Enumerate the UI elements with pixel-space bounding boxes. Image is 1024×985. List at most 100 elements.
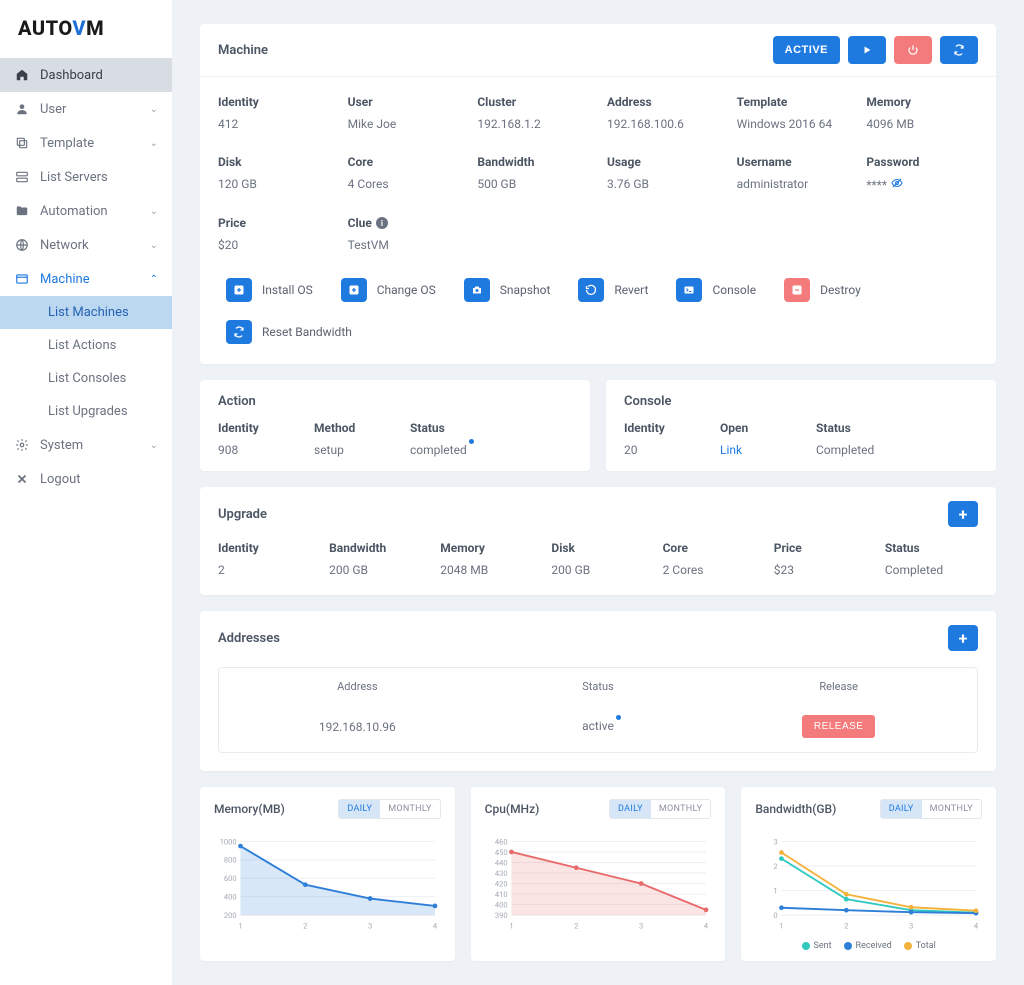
chart-range-toggle[interactable]: DAILYMONTHLY <box>338 799 440 819</box>
power-button[interactable] <box>894 36 932 64</box>
nav-label: Automation <box>40 204 108 219</box>
prop-bandwidth-value: 500 GB <box>477 177 589 191</box>
chevron-down-icon: ⌄ <box>150 240 158 251</box>
home-icon <box>14 67 30 83</box>
status-active-button[interactable]: ACTIVE <box>773 36 840 64</box>
nav-list-servers[interactable]: List Servers <box>0 160 172 194</box>
svg-text:440: 440 <box>495 858 508 867</box>
col-status: Status <box>478 680 719 693</box>
upgrade-panel: Upgrade + Identity2 Bandwidth200 GB Memo… <box>200 487 996 595</box>
cpu-chart-svg: 3904004104204304404504601234 <box>485 833 712 933</box>
svg-text:450: 450 <box>495 848 508 857</box>
col-address: Address <box>237 680 478 693</box>
window-icon <box>14 271 30 287</box>
close-icon <box>14 471 30 487</box>
sidebar: AUTOVM Dashboard User ⌄ Template ⌄ List … <box>0 0 172 985</box>
prop-user-label: User <box>348 95 460 109</box>
svg-text:600: 600 <box>224 874 237 883</box>
prop-usage-value: 3.76 GB <box>607 177 719 191</box>
subnav-list-consoles[interactable]: List Consoles <box>0 362 172 395</box>
nav-label: List Servers <box>40 170 108 185</box>
svg-text:1: 1 <box>780 921 784 930</box>
copy-icon <box>14 135 30 151</box>
svg-text:4: 4 <box>974 921 979 930</box>
revert-icon <box>578 278 604 302</box>
camera-icon <box>464 278 490 302</box>
svg-text:460: 460 <box>495 837 508 846</box>
logo-text-3: M <box>86 16 104 40</box>
refresh-button[interactable] <box>940 36 978 64</box>
nav-logout[interactable]: Logout <box>0 462 172 496</box>
action-change-os[interactable]: Change OS <box>341 278 436 302</box>
nav-label: Network <box>40 238 89 253</box>
svg-text:0: 0 <box>774 911 778 920</box>
subnav-list-machines[interactable]: List Machines <box>0 296 172 329</box>
nav-system[interactable]: System ⌄ <box>0 428 172 462</box>
refresh-icon <box>226 320 252 344</box>
action-panel: Action Identity908 Methodsetup Statuscom… <box>200 380 590 471</box>
chart-memory-title: Memory(MB) <box>214 802 285 816</box>
prop-price-label: Price <box>218 216 330 230</box>
play-button[interactable] <box>848 36 886 64</box>
svg-text:430: 430 <box>495 869 508 878</box>
nav-label: Dashboard <box>40 68 103 83</box>
nav-template[interactable]: Template ⌄ <box>0 126 172 160</box>
prop-username-value: administrator <box>737 177 849 191</box>
chart-range-toggle[interactable]: DAILYMONTHLY <box>880 799 982 819</box>
svg-text:3: 3 <box>368 921 372 930</box>
nav-dashboard[interactable]: Dashboard <box>0 58 172 92</box>
console-link[interactable]: Link <box>720 443 742 457</box>
action-console[interactable]: Console <box>676 278 756 302</box>
prop-disk-value: 120 GB <box>218 177 330 191</box>
release-button[interactable]: RELEASE <box>802 715 876 738</box>
prop-address-label: Address <box>607 95 719 109</box>
add-address-button[interactable]: + <box>948 625 978 651</box>
svg-text:410: 410 <box>495 890 508 899</box>
svg-text:1: 1 <box>774 886 778 895</box>
prop-template-label: Template <box>737 95 849 109</box>
nav-label: User <box>40 102 66 117</box>
nav-machine[interactable]: Machine ⌃ <box>0 262 172 296</box>
prop-memory-label: Memory <box>866 95 978 109</box>
prop-memory-value: 4096 MB <box>866 117 978 131</box>
subnav-list-actions[interactable]: List Actions <box>0 329 172 362</box>
eye-icon[interactable] <box>890 178 904 192</box>
action-reset-bandwidth[interactable]: Reset Bandwidth <box>226 320 352 344</box>
bandwidth-chart-svg: 01231234 <box>755 833 982 933</box>
address-value: 192.168.10.96 <box>237 720 478 734</box>
add-upgrade-button[interactable]: + <box>948 501 978 527</box>
info-icon[interactable]: i <box>376 217 388 229</box>
svg-text:3: 3 <box>639 921 643 930</box>
svg-text:4: 4 <box>433 921 438 930</box>
action-snapshot[interactable]: Snapshot <box>464 278 551 302</box>
prop-disk-label: Disk <box>218 155 330 169</box>
logo-text-2: V <box>72 16 86 40</box>
subnav-list-upgrades[interactable]: List Upgrades <box>0 395 172 428</box>
svg-text:1: 1 <box>238 921 242 930</box>
prop-password-label: Password <box>866 155 978 169</box>
action-install-os[interactable]: Install OS <box>226 278 313 302</box>
action-destroy[interactable]: Destroy <box>784 278 861 302</box>
main-content: Machine ACTIVE Identity412 UserMike Joe … <box>172 0 1024 985</box>
prop-cluster-value: 192.168.1.2 <box>477 117 589 131</box>
action-revert[interactable]: Revert <box>578 278 648 302</box>
console-panel-title: Console <box>624 394 978 409</box>
nav-label: Template <box>40 136 94 151</box>
chart-range-toggle[interactable]: DAILYMONTHLY <box>609 799 711 819</box>
console-panel: Console Identity20 OpenLink StatusComple… <box>606 380 996 471</box>
nav-label: System <box>40 438 83 453</box>
prop-cluster-label: Cluster <box>477 95 589 109</box>
action-panel-title: Action <box>218 394 572 409</box>
chevron-up-icon: ⌃ <box>150 274 158 285</box>
prop-price-value: $20 <box>218 238 330 252</box>
nav-user[interactable]: User ⌄ <box>0 92 172 126</box>
svg-text:420: 420 <box>495 879 508 888</box>
svg-text:200: 200 <box>224 911 237 920</box>
logo: AUTOVM <box>0 16 172 58</box>
svg-text:2: 2 <box>574 921 578 930</box>
nav-network[interactable]: Network ⌄ <box>0 228 172 262</box>
nav-automation[interactable]: Automation ⌄ <box>0 194 172 228</box>
address-status: active <box>582 719 614 733</box>
prop-identity-value: 412 <box>218 117 330 131</box>
prop-clue-value: TestVM <box>348 238 460 252</box>
